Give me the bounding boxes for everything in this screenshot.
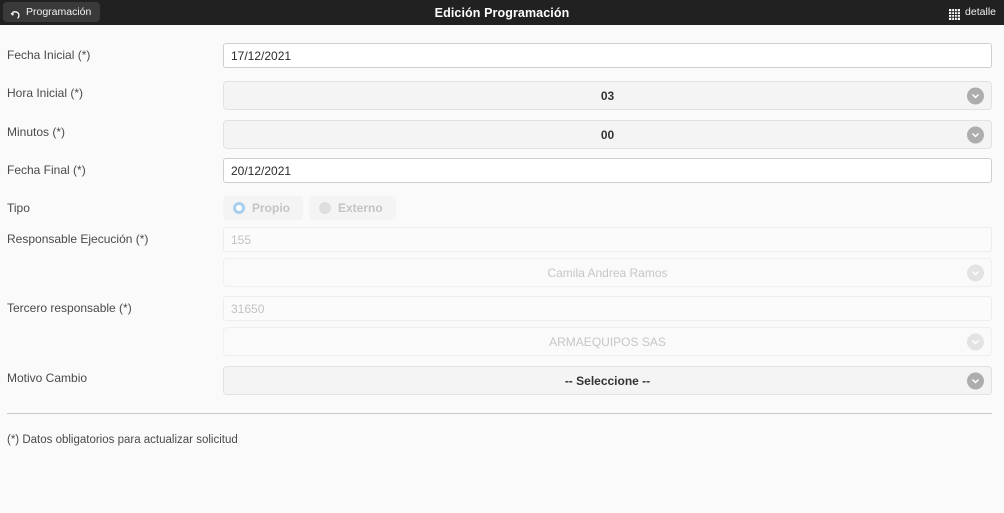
grid-icon [949, 7, 961, 20]
field-row-minutos: Minutos (*) 00 [0, 120, 1004, 149]
field-row-hora-inicial: Hora Inicial (*) 03 [0, 81, 1004, 110]
hora-inicial-value: 03 [600, 88, 615, 103]
responsable-ejecucion-code-input [223, 227, 992, 252]
edicion-programacion-form: Fecha Inicial (*) Hora Inicial (*) 03 Mi… [0, 25, 1004, 446]
tipo-radio-group: Propio Externo [223, 196, 992, 220]
label-fecha-final: Fecha Final (*) [7, 163, 86, 177]
responsable-ejecucion-name-select: Camila Andrea Ramos [223, 258, 992, 287]
chevron-down-icon [967, 87, 984, 104]
detalle-button[interactable]: detalle [946, 2, 999, 22]
field-row-fecha-final: Fecha Final (*) [0, 158, 1004, 183]
responsable-ejecucion-name-value: Camila Andrea Ramos [547, 265, 668, 280]
label-tercero-responsable: Tercero responsable (*) [7, 301, 132, 315]
tercero-responsable-name-select: ARMAEQUIPOS SAS [223, 327, 992, 356]
tercero-responsable-code-input [223, 296, 992, 321]
tipo-option-externo[interactable]: Externo [309, 196, 396, 220]
required-fields-note: (*) Datos obligatorios para actualizar s… [7, 434, 238, 446]
label-responsable-ejecucion: Responsable Ejecución (*) [7, 232, 149, 246]
field-row-fecha-inicial: Fecha Inicial (*) [0, 43, 1004, 68]
chevron-down-icon [967, 372, 984, 389]
hora-inicial-select[interactable]: 03 [223, 81, 992, 110]
radio-selected-icon [233, 202, 245, 214]
fecha-inicial-input[interactable] [223, 43, 992, 68]
chevron-down-icon [967, 264, 984, 281]
tipo-option-propio[interactable]: Propio [223, 196, 303, 220]
label-fecha-inicial: Fecha Inicial (*) [7, 48, 91, 62]
fecha-final-input[interactable] [223, 158, 992, 183]
app-header: Programación Edición Programación detall… [0, 0, 1004, 25]
chevron-down-icon [967, 333, 984, 350]
back-arrow-icon [10, 7, 21, 19]
motivo-cambio-value: -- Seleccione -- [564, 373, 651, 388]
minutos-value: 00 [600, 127, 615, 142]
tipo-option-propio-label: Propio [252, 201, 290, 215]
field-row-responsable-ejecucion: Responsable Ejecución (*) Camila Andrea … [0, 227, 1004, 287]
chevron-down-icon [967, 126, 984, 143]
label-minutos: Minutos (*) [7, 125, 66, 139]
back-to-programacion-button[interactable]: Programación [3, 2, 101, 22]
back-button-label: Programación [26, 5, 92, 18]
label-hora-inicial: Hora Inicial (*) [7, 86, 84, 100]
field-row-tercero-responsable: Tercero responsable (*) ARMAEQUIPOS SAS [0, 296, 1004, 356]
motivo-cambio-select[interactable]: -- Seleccione -- [223, 366, 992, 395]
label-tipo: Tipo [7, 201, 30, 215]
tipo-option-externo-label: Externo [338, 201, 383, 215]
tercero-responsable-name-value: ARMAEQUIPOS SAS [549, 334, 666, 349]
field-row-motivo-cambio: Motivo Cambio -- Seleccione -- [0, 366, 1004, 395]
field-row-tipo: Tipo Propio Externo [0, 196, 1004, 220]
minutos-select[interactable]: 00 [223, 120, 992, 149]
detalle-button-label: detalle [965, 5, 996, 18]
page-title: Edición Programación [434, 5, 570, 20]
label-motivo-cambio: Motivo Cambio [7, 371, 88, 385]
radio-unselected-icon [319, 202, 331, 214]
